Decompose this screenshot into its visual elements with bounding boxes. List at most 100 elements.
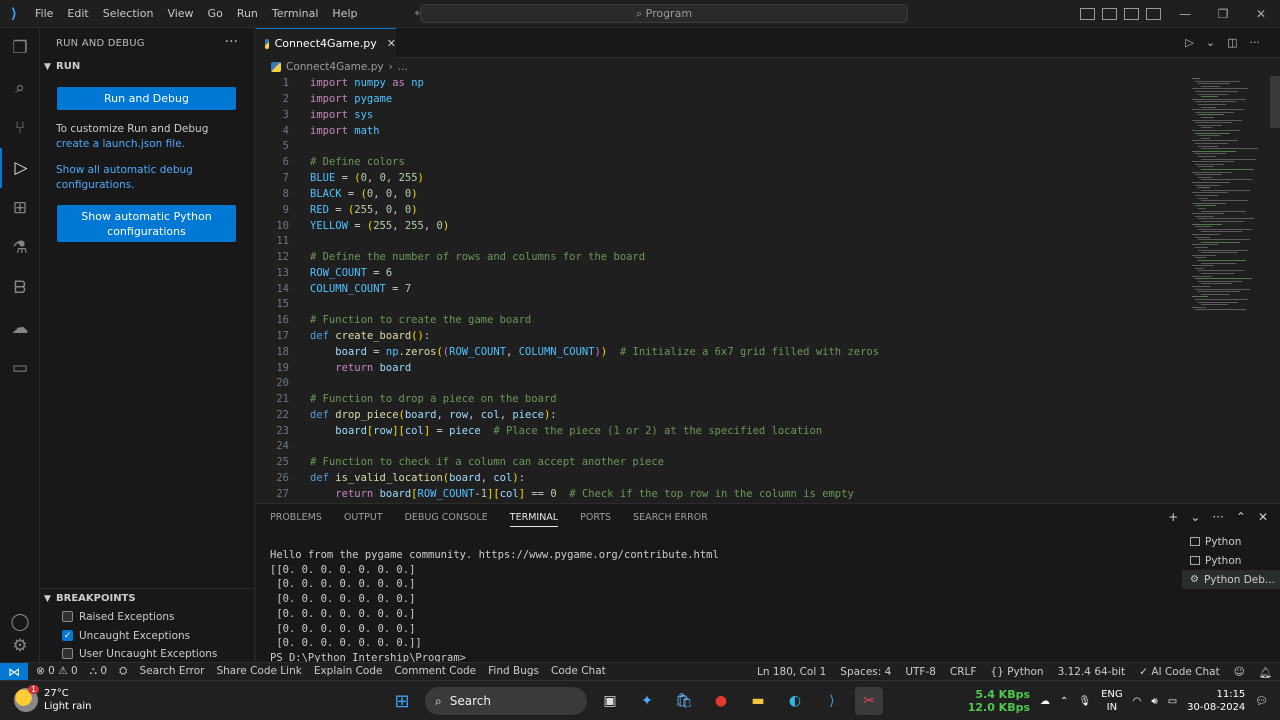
customize-layout-icon[interactable] [1146,8,1161,20]
extension-b-icon[interactable]: ᗷ [0,268,40,308]
split-editor-icon[interactable]: ◫ [1227,36,1237,49]
raised-exceptions-checkbox[interactable] [62,611,73,622]
new-terminal-icon[interactable]: + [1168,510,1178,524]
edge-browser-icon[interactable]: ◐ [781,687,809,715]
create-launch-json-link[interactable]: create a launch.json file. [56,138,185,150]
docker-icon[interactable]: ☁ [0,308,40,348]
tab-debug-console[interactable]: DEBUG CONSOLE [405,512,488,527]
input-language[interactable]: ENG IN [1101,688,1123,714]
close-window-icon[interactable]: ✕ [1242,7,1280,21]
tab-output[interactable]: OUTPUT [344,512,383,527]
status-comment-code[interactable]: Comment Code [394,665,476,678]
minimize-icon[interactable]: — [1166,7,1204,21]
testing-icon[interactable]: ⚗ [0,228,40,268]
toggle-panel-icon[interactable] [1102,8,1117,20]
close-tab-icon[interactable]: ✕ [387,37,396,50]
tab-problems[interactable]: PROBLEMS [270,512,322,527]
terminal-item-python[interactable]: Python [1182,551,1280,570]
menu-edit[interactable]: Edit [60,0,95,28]
taskbar-search[interactable]: ⌕ Search [425,687,587,715]
breakpoints-section-header[interactable]: ▼ BREAKPOINTS [40,588,255,608]
run-and-debug-button[interactable]: Run and Debug [57,87,236,110]
clock[interactable]: 11:15 30-08-2024 [1187,688,1245,714]
remote-explorer-icon[interactable]: ▭ [0,348,40,388]
microphone-icon[interactable]: 🎙︎ [1078,696,1091,707]
problems-status[interactable]: ⊗ 0 ⚠ 0 [36,665,78,678]
notification-center-icon[interactable]: 💬︎ [1255,696,1268,707]
remote-indicator-icon[interactable]: ⋈ [0,662,28,681]
run-dropdown-icon[interactable]: ⌄ [1206,36,1215,49]
run-python-file-icon[interactable]: ▷ [1185,36,1193,49]
menu-view[interactable]: View [160,0,200,28]
source-control-icon[interactable]: ⑂ [0,108,40,148]
breakpoint-user-uncaught-exceptions[interactable]: User Uncaught Exceptions [62,645,217,662]
status-search-error[interactable]: Search Error [139,665,204,678]
menu-file[interactable]: File [28,0,60,28]
search-activity-icon[interactable]: ⌕ [0,68,40,108]
close-panel-icon[interactable]: ✕ [1258,510,1268,524]
breakpoint-raised-exceptions[interactable]: Raised Exceptions [62,608,175,625]
indentation[interactable]: Spaces: 4 [840,666,891,678]
tab-search-error[interactable]: SEARCH ERROR [633,512,708,527]
status-explain-code[interactable]: Explain Code [314,665,383,678]
editor-scrollbar[interactable] [1270,76,1280,128]
menu-selection[interactable]: Selection [96,0,161,28]
explorer-icon[interactable]: ❐ [0,28,40,68]
tab-terminal[interactable]: TERMINAL [509,512,559,527]
media-player-icon[interactable]: ● [707,687,735,715]
wifi-icon[interactable]: ◠ [1133,696,1142,707]
end-of-line[interactable]: CRLF [950,666,977,678]
terminal-output[interactable]: Hello from the pygame community. https:/… [270,548,719,666]
menu-help[interactable]: Help [325,0,364,28]
tab-connect4game[interactable]: Connect4Game.py ✕ [256,28,396,58]
menu-run[interactable]: Run [230,0,265,28]
copilot-app-icon[interactable]: ✦ [633,687,661,715]
uncaught-exceptions-checkbox[interactable]: ✓ [62,630,73,641]
store-icon[interactable]: 🛍︎ [670,687,698,715]
vscode-app-icon[interactable]: ⟩ [818,687,846,715]
terminal-item-python[interactable]: Python [1182,532,1280,551]
maximize-icon[interactable]: ❐ [1204,7,1242,21]
show-python-configs-button[interactable]: Show automatic Python configurations [57,205,236,242]
weather-widget[interactable]: 1 27°C Light rain [14,685,92,713]
ai-code-chat[interactable]: ✓ AI Code Chat [1139,666,1220,678]
tab-ports[interactable]: PORTS [580,512,611,527]
chevron-up-icon[interactable]: ⌃ [1060,696,1068,707]
breadcrumb-more[interactable]: ... [398,61,408,73]
breakpoint-uncaught-exceptions[interactable]: ✓ Uncaught Exceptions [62,627,190,644]
command-center[interactable]: ⌕ Program [420,4,908,23]
status-code-chat[interactable]: Code Chat [551,665,606,678]
toggle-secondary-sidebar-icon[interactable] [1124,8,1139,20]
maximize-panel-icon[interactable]: ⌃ [1236,510,1246,524]
windows-start-icon[interactable]: ⊞ [388,687,416,715]
show-all-debug-configs-link[interactable]: Show all automatic debug configurations. [56,164,193,191]
more-actions-icon[interactable]: ··· [225,34,238,50]
status-find-bugs[interactable]: Find Bugs [488,665,539,678]
more-panel-actions-icon[interactable]: ··· [1212,510,1223,524]
toggle-primary-sidebar-icon[interactable] [1080,8,1095,20]
language-mode[interactable]: {} Python [990,666,1043,678]
run-debug-icon[interactable]: ▷ [0,148,40,188]
menu-go[interactable]: Go [201,0,230,28]
cloud-icon[interactable]: ☁ [1040,696,1050,707]
code-editor[interactable]: 1 2 3 4 5 6 7 8 9 10 11 12 13 14 15 16 17 18 19 20 21 22 23 24 2… [256,76,1280,503]
copilot-icon[interactable]: ☺ [1234,666,1245,678]
breadcrumb-file[interactable]: Connect4Game.py [286,61,384,73]
cursor-position[interactable]: Ln 180, Col 1 [757,666,826,678]
terminal-item-python-debug[interactable]: ⚙ Python Deb... [1182,570,1280,589]
minimap[interactable] [1192,76,1267,316]
terminal-dropdown-icon[interactable]: ⌄ [1190,510,1200,524]
menu-terminal[interactable]: Terminal [265,0,326,28]
status-share-code-link[interactable]: Share Code Link [216,665,301,678]
file-explorer-icon[interactable]: ▬ [744,687,772,715]
task-view-icon[interactable]: ▣ [596,687,624,715]
more-editor-actions-icon[interactable]: ··· [1250,36,1261,49]
debug-status-icon[interactable]: ⛭ [119,665,127,678]
ports-status[interactable]: ⛬ 0 [90,665,107,678]
run-section-header[interactable]: ▼ RUN [40,57,255,77]
notifications-bell-icon[interactable]: 🔔︎ [1259,666,1272,679]
settings-gear-icon[interactable]: ⚙ [0,626,40,666]
volume-icon[interactable]: 🔊︎ [1151,696,1157,707]
user-uncaught-exceptions-checkbox[interactable] [62,648,73,659]
encoding[interactable]: UTF-8 [905,666,936,678]
